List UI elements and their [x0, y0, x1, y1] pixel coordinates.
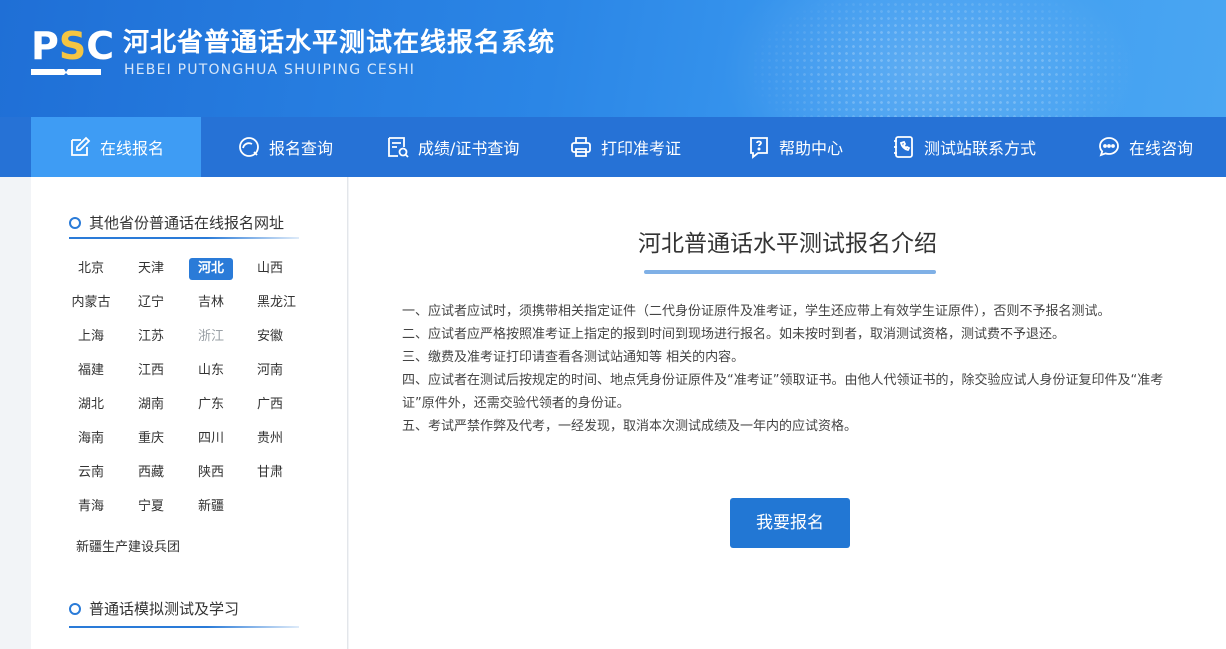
province-link[interactable]: 内蒙古	[69, 292, 113, 314]
site-subtitle: HEBEI PUTONGHUA SHUIPING CESHI	[124, 62, 416, 78]
province-link[interactable]: 重庆	[129, 428, 173, 450]
province-link[interactable]: 西藏	[129, 462, 173, 484]
province-link[interactable]: 上海	[69, 326, 113, 348]
section-underline	[69, 626, 299, 628]
logo-letter-s: S	[58, 24, 87, 68]
logo-letter-c: C	[86, 24, 115, 68]
rule-item: 三、缴费及准考证打印请查看各测试站通知等 相关的内容。	[402, 350, 745, 365]
chat-icon	[1099, 137, 1119, 157]
section-title-text: 普通话模拟测试及学习	[89, 600, 240, 618]
province-link[interactable]: 天津	[129, 258, 173, 280]
nav-score-certificate-query[interactable]: 成绩/证书查询	[386, 117, 519, 177]
search-circle-icon	[239, 137, 259, 157]
printer-icon	[571, 137, 591, 157]
section-title-text: 其他省份普通话在线报名网址	[89, 214, 285, 232]
rule-item: 五、考试严禁作弊及代考，一经发现，取消本次测试成绩及一年内的应试资格。	[402, 419, 858, 434]
nav-online-signup[interactable]: 在线报名	[31, 117, 201, 177]
nav-help-center[interactable]: 帮助中心	[747, 117, 843, 177]
page-title: 河北普通话水平测试报名介绍	[638, 231, 937, 257]
rule-item: 四、应试者在测试后按规定的时间、地点凭身份证原件及“准考证”领取证书。由他人代领…	[402, 373, 1164, 411]
nav-online-consult[interactable]: 在线咨询	[1097, 117, 1193, 177]
province-link[interactable]: 北京	[69, 258, 113, 280]
province-link[interactable]: 青海	[69, 496, 113, 518]
province-link[interactable]: 江西	[129, 360, 173, 382]
nav-station-contact[interactable]: 测试站联系方式	[892, 117, 1036, 177]
province-link[interactable]: 广东	[189, 394, 233, 416]
province-link[interactable]: 湖南	[129, 394, 173, 416]
site-header: P S C 河北省普通话水平测试在线报名系统 HEBEI PUTONGHUA S…	[0, 0, 1226, 117]
province-link[interactable]: 河南	[249, 360, 307, 382]
nav-label: 测试站联系方式	[924, 139, 1037, 158]
province-link[interactable]: 吉林	[189, 292, 233, 314]
logo-letter-p: P	[31, 24, 59, 68]
nav-label: 打印准考证	[601, 139, 682, 158]
logo-letters: P S C	[31, 24, 114, 68]
edit-icon	[71, 136, 91, 156]
province-link[interactable]: 江苏	[129, 326, 173, 348]
province-link[interactable]: 甘肃	[249, 462, 307, 484]
rule-item: 一、应试者应试时，须携带相关指定证件（二代身份证原件及准考证，学生还应带上有效学…	[402, 304, 1111, 319]
rules-list: 一、应试者应试时，须携带相关指定证件（二代身份证原件及准考证，学生还应带上有效学…	[402, 300, 1192, 438]
nav-label: 报名查询	[269, 139, 334, 158]
province-link[interactable]: 辽宁	[129, 292, 173, 314]
circle-bullet-icon	[69, 216, 81, 229]
nav-label: 成绩/证书查询	[418, 139, 520, 158]
section-title-other-provinces: 其他省份普通话在线报名网址	[69, 212, 284, 233]
certificate-search-icon	[388, 137, 409, 158]
sidebar: 其他省份普通话在线报名网址 北京 天津 河北 山西内蒙古 辽宁 吉林 黑龙江上海 江苏 浙江 安徽…	[31, 177, 348, 649]
section-title-mock-test: 普通话模拟测试及学习	[69, 598, 239, 619]
province-link[interactable]: 安徽	[249, 326, 307, 348]
province-link[interactable]: 广西	[249, 394, 307, 416]
province-link[interactable]: 浙江	[189, 326, 233, 348]
nav-label: 帮助中心	[779, 139, 844, 158]
province-link[interactable]: 河北	[189, 258, 233, 280]
nav-label: 在线报名	[100, 139, 165, 158]
province-link[interactable]: 陕西	[189, 462, 233, 484]
nav-signup-query[interactable]: 报名查询	[237, 117, 333, 177]
province-link[interactable]: 黑龙江	[249, 292, 307, 314]
province-link[interactable]: 贵州	[249, 428, 307, 450]
section-underline	[69, 237, 299, 239]
main-content: 河北普通话水平测试报名介绍 一、应试者应试时，须携带相关指定证件（二代身份证原件…	[349, 177, 1226, 649]
phone-book-icon	[894, 136, 913, 158]
province-link[interactable]: 山西	[249, 258, 307, 280]
nav-label: 在线咨询	[1129, 139, 1194, 158]
nav-print-admission[interactable]: 打印准考证	[569, 117, 681, 177]
psc-logo[interactable]: P S C	[31, 24, 114, 78]
help-icon	[750, 137, 768, 159]
site-title: 河北省普通话水平测试在线报名系统	[123, 28, 556, 58]
province-link[interactable]: 海南	[69, 428, 113, 450]
province-link[interactable]: 四川	[189, 428, 233, 450]
book-icon	[31, 69, 101, 75]
rule-item: 二、应试者应严格按照准考证上指定的报到时间到现场进行报名。如未按时到者，取消测试…	[402, 327, 1066, 342]
apply-button[interactable]: 我要报名	[730, 498, 850, 548]
province-link[interactable]: 湖北	[69, 394, 113, 416]
main-nav: 在线报名 报名查询 成绩/证书查询 打印准考证 帮助中心 测试站联系方式 在线咨…	[0, 117, 1226, 177]
title-underline	[644, 270, 936, 274]
world-map-decoration	[640, 0, 1226, 117]
province-link-xinjiang-corps[interactable]: 新疆生产建设兵团	[76, 537, 180, 559]
province-link[interactable]: 云南	[69, 462, 113, 484]
province-link[interactable]: 福建	[69, 360, 113, 382]
province-link[interactable]: 宁夏	[129, 496, 173, 518]
province-link[interactable]: 山东	[189, 360, 233, 382]
province-link[interactable]: 新疆	[189, 496, 233, 518]
circle-bullet-icon	[69, 602, 81, 615]
